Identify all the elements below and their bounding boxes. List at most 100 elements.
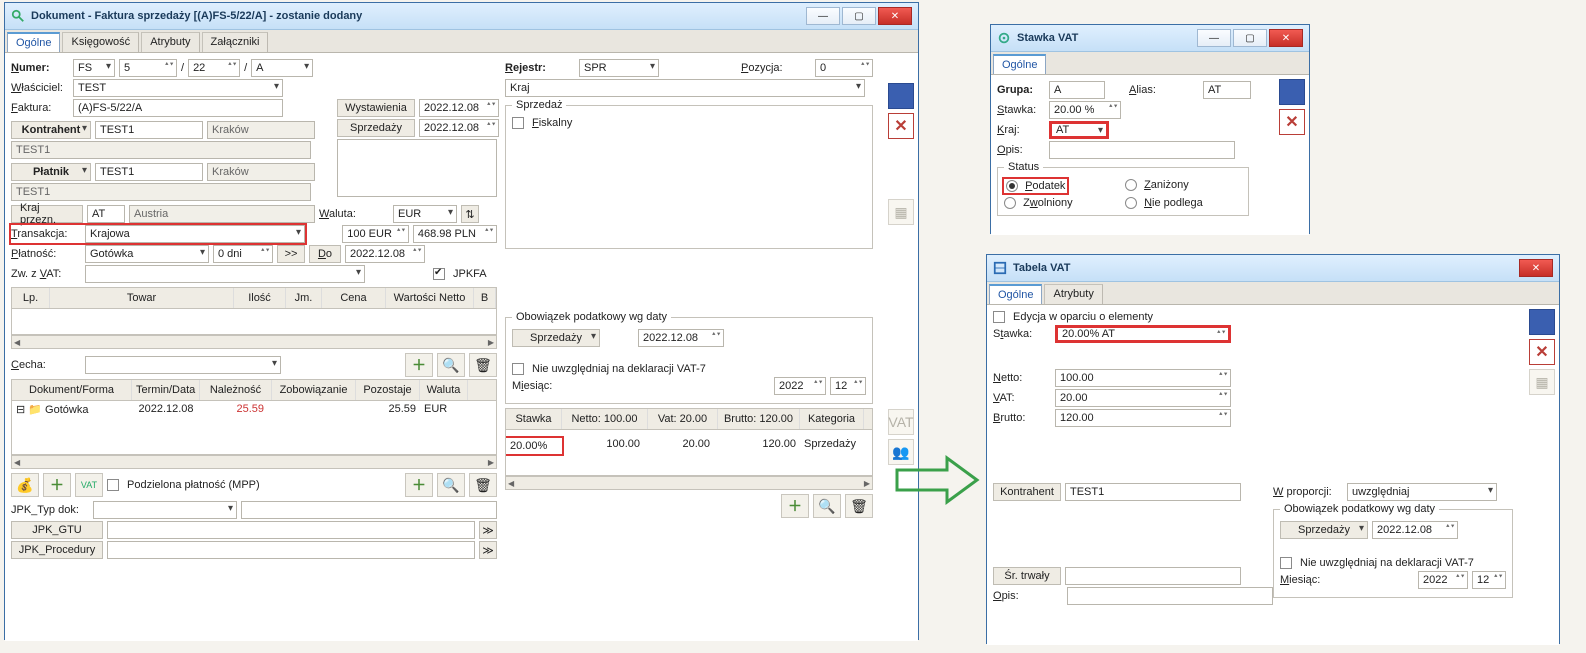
numer-prefix[interactable]: FS [73,59,115,77]
win2-cancel-icon[interactable]: ✕ [1279,109,1305,135]
jpk-proc-more[interactable]: ≫ [479,541,497,559]
jpk-typ[interactable] [93,501,237,519]
btn-arrows[interactable]: >> [277,245,305,263]
win2-max[interactable]: ▢ [1233,29,1267,47]
rate1[interactable]: 100 EUR [342,225,409,243]
vat-delete-icon[interactable]: 🗑 [845,494,873,518]
ph2[interactable]: Należność [200,380,272,400]
hdr-cena[interactable]: Cena [322,288,386,308]
btn-jpk-proc[interactable]: JPK_Procedury [11,541,103,559]
ph3[interactable]: Zobowiązanie [272,380,356,400]
numer-suffix[interactable]: A [251,59,313,77]
jpk-gtu-more[interactable]: ≫ [479,521,497,539]
miesiac-m[interactable]: 12 [830,377,866,395]
hdr-jm[interactable]: Jm. [286,288,322,308]
vat-search-icon[interactable]: 🔍 [813,494,841,518]
tab-ksiegowosc[interactable]: Księgowość [62,32,139,52]
w2-stawka[interactable]: 20.00 % [1049,101,1121,119]
win2-min[interactable]: — [1197,29,1231,47]
w2-opis[interactable] [1049,141,1235,159]
btn-sprzedazy[interactable]: Sprzedaży [337,119,415,137]
jpk-gtu[interactable] [107,521,475,539]
w3-stawka[interactable]: 20.00% AT [1055,325,1231,343]
date-wystawienia[interactable]: 2022.12.08 [419,99,499,117]
w3-tab-atrybuty[interactable]: Atrybuty [1044,284,1102,304]
numer-year[interactable]: 22 [188,59,240,77]
add2-icon[interactable]: ＋ [43,473,71,497]
w3-vat[interactable]: 20.00 [1055,389,1231,407]
w3-wprop[interactable]: uwzględniaj [1347,483,1497,501]
ph0[interactable]: Dokument/Forma [12,380,132,400]
vh3[interactable]: Brutto: 120.00 [718,409,800,429]
w3-kontrahent[interactable]: TEST1 [1065,483,1241,501]
ph4[interactable]: Pozostaje [356,380,420,400]
delete-icon[interactable]: 🗑 [469,353,497,377]
win3-close[interactable]: ✕ [1519,259,1553,277]
payments-scroll[interactable]: ◀▶ [11,455,497,469]
w3-srtrwaly[interactable] [1065,567,1241,585]
platnosc-dni[interactable]: 0 dni [213,245,273,263]
note-box[interactable] [337,139,497,197]
btn-kraj-przezn[interactable]: Kraj przezn. [11,205,83,223]
save-icon[interactable] [888,83,914,109]
tab-ogolne[interactable]: Ogólne [7,32,60,52]
hdr-b[interactable]: B [474,288,496,308]
w3-opis[interactable] [1067,587,1273,605]
radio-zanizony[interactable] [1125,179,1137,191]
w3-btn-kontrahent[interactable]: Kontrahent [993,483,1061,501]
platnik-code[interactable]: TEST1 [95,163,203,181]
numer-seq[interactable]: 5 [119,59,177,77]
radio-zwolniony[interactable] [1004,197,1016,209]
win2-tab-ogolne[interactable]: Ogólne [993,54,1046,74]
win2-close[interactable]: ✕ [1269,29,1303,47]
date-sprzedazy[interactable]: 2022.12.08 [419,119,499,137]
zwzvat[interactable] [85,265,365,283]
btn-do[interactable]: Do [309,245,341,263]
bank-icon[interactable]: 💰 [11,473,39,497]
kraj[interactable]: Kraj [505,79,865,97]
btn-jpk-gtu[interactable]: JPK_GTU [11,521,103,539]
window-close[interactable]: ✕ [878,7,912,25]
hdr-lp[interactable]: Lp. [12,288,50,308]
btn-sprzedazy2[interactable]: Sprzedaży [512,329,600,347]
chk-mpp[interactable] [107,479,119,491]
w3-miesiac-m[interactable]: 12 [1472,571,1506,589]
cecha[interactable] [85,356,281,374]
btn-wystawienia[interactable]: Wystawienia [337,99,415,117]
sprzedazy2-date[interactable]: 2022.12.08 [638,329,724,347]
jpk-proc[interactable] [107,541,475,559]
w3-btn-srtrwaly[interactable]: Śr. trwały [993,567,1061,585]
vat-icon[interactable]: VAT [888,409,914,435]
miesiac-rok[interactable]: 2022 [774,377,826,395]
search-icon[interactable]: 🔍 [437,353,465,377]
kraj-przezn-code[interactable]: AT [87,205,125,223]
vh4[interactable]: Kategoria [800,409,864,429]
add-icon[interactable]: ＋ [405,353,433,377]
ph1[interactable]: Termin/Data [132,380,200,400]
do-date[interactable]: 2022.12.08 [345,245,425,263]
w3-tab-ogolne[interactable]: Ogólne [989,284,1042,304]
tab-zalaczniki[interactable]: Załączniki [202,32,269,52]
win2-save-icon[interactable] [1279,79,1305,105]
w2-kraj[interactable]: AT [1049,121,1109,139]
chk-edycja[interactable] [993,311,1005,323]
w2-grupa[interactable]: A [1049,81,1105,99]
vat-add-icon[interactable]: ＋ [781,494,809,518]
w3-brutto[interactable]: 120.00 [1055,409,1231,427]
chk-fiskalny[interactable] [512,117,524,129]
pozycja[interactable]: 0 [815,59,873,77]
waluta-more[interactable]: ⇅ [461,205,479,223]
hdr-towar[interactable]: Towar [50,288,234,308]
wlasciciel[interactable]: TEST [73,79,283,97]
btn-platnik[interactable]: Płatnik [11,163,91,181]
delete2-icon[interactable]: 🗑 [469,473,497,497]
add3-icon[interactable]: ＋ [405,473,433,497]
waluta[interactable]: EUR [393,205,457,223]
vat-scroll[interactable]: ◀▶ [505,476,873,490]
w3-chk-nieuwz[interactable] [1280,557,1292,569]
radio-podatek[interactable] [1006,180,1018,192]
btn-kontrahent[interactable]: Kontrahent [11,121,91,139]
items-body[interactable] [11,309,497,335]
chk-nie-uwz[interactable] [512,363,524,375]
search2-icon[interactable]: 🔍 [437,473,465,497]
